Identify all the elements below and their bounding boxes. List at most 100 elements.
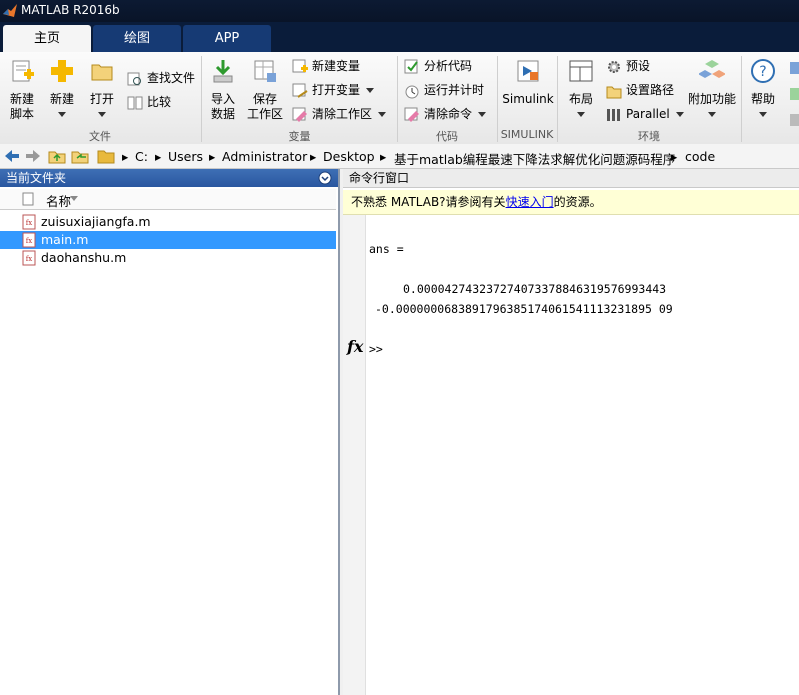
output-value: -0.0000000683891796385174061541113231895…: [375, 302, 673, 316]
window-title: MATLAB R2016b: [21, 3, 120, 17]
breadcrumb-separator-icon: ▸: [310, 149, 317, 164]
output-value: 0.000042743237274073378846319576993443: [403, 282, 667, 296]
simulink-label: Simulink: [502, 92, 554, 106]
help-arrow-icon[interactable]: [759, 112, 767, 117]
list-item[interactable]: fx main.m: [0, 231, 336, 249]
breadcrumb-item[interactable]: C:: [135, 149, 148, 164]
compare-label: 比较: [147, 95, 172, 109]
simulink-button[interactable]: Simulink: [502, 58, 554, 107]
clear-commands-button[interactable]: 清除命令: [404, 104, 487, 124]
addons-arrow-icon[interactable]: [708, 112, 716, 117]
matlab-logo-icon: [3, 4, 17, 17]
breadcrumb-item[interactable]: Users: [168, 149, 203, 164]
layout-button[interactable]: 布局: [564, 58, 598, 122]
new-button[interactable]: 新建: [44, 58, 80, 122]
run-and-time-button[interactable]: 运行并计时: [404, 80, 484, 100]
address-bar: ▸ C: ▸ Users ▸ Administrator ▸ Desktop ▸…: [0, 144, 799, 169]
command-window-title: 命令行窗口: [349, 171, 410, 185]
notice-suffix: 的资源。: [553, 195, 602, 209]
svg-text:fx: fx: [26, 255, 33, 263]
getting-started-link[interactable]: 快速入门: [506, 195, 554, 209]
addons-icon: [698, 60, 726, 78]
column-header[interactable]: 名称: [0, 189, 336, 210]
command-prompt[interactable]: >>: [369, 342, 383, 356]
clear-workspace-arrow-icon[interactable]: [378, 112, 387, 117]
tab-apps[interactable]: APP: [183, 25, 271, 52]
analyze-code-label: 分析代码: [424, 59, 473, 73]
notice-prefix: 不熟悉 MATLAB?请参阅有关: [351, 195, 506, 209]
layout-arrow-icon[interactable]: [577, 112, 585, 117]
save-workspace-button[interactable]: 保存 工作区: [246, 58, 284, 122]
analyze-code-icon: [404, 59, 418, 73]
import-data-label: 导入 数据: [210, 92, 235, 121]
find-files-button[interactable]: 查找文件: [127, 68, 195, 88]
simulink-group-label: SIMULINK: [500, 128, 554, 141]
browse-folder-icon[interactable]: [71, 148, 89, 164]
up-folder-icon[interactable]: [48, 148, 66, 164]
file-group-label: 文件: [89, 130, 111, 143]
open-variable-button[interactable]: 打开变量: [292, 80, 375, 100]
breadcrumb-separator-icon: ▸: [209, 149, 216, 164]
list-item[interactable]: fx daohanshu.m: [0, 249, 336, 267]
forward-arrow-icon[interactable]: [25, 149, 41, 163]
parallel-arrow-icon[interactable]: [675, 112, 684, 117]
new-dropdown-arrow-icon[interactable]: [58, 112, 66, 117]
import-data-icon: [213, 60, 233, 83]
new-variable-icon: [292, 59, 308, 72]
new-script-label: 新建 脚本: [9, 92, 34, 121]
tab-home[interactable]: 主页: [3, 25, 91, 52]
breadcrumb-item[interactable]: code: [685, 149, 715, 164]
list-item[interactable]: fx zuisuxiajiangfa.m: [0, 213, 336, 231]
open-variable-arrow-icon[interactable]: [366, 88, 375, 93]
compare-icon: [127, 96, 143, 109]
open-label: 打开: [89, 92, 114, 106]
set-path-button[interactable]: 设置路径: [606, 80, 674, 100]
open-dropdown-arrow-icon[interactable]: [98, 112, 106, 117]
breadcrumb-item[interactable]: Desktop: [323, 149, 375, 164]
command-window-header: 命令行窗口: [343, 169, 799, 188]
code-group-label: 代码: [436, 130, 458, 143]
analyze-code-button[interactable]: 分析代码: [404, 56, 472, 76]
preferences-button[interactable]: 预设: [606, 56, 650, 76]
new-variable-button[interactable]: 新建变量: [292, 56, 360, 76]
file-name: zuisuxiajiangfa.m: [41, 214, 151, 229]
panel-menu-icon[interactable]: [318, 171, 332, 185]
folder-open-icon: [91, 64, 113, 81]
current-folder-title: 当前文件夹: [6, 171, 67, 185]
file-type-icon: [22, 192, 34, 206]
m-file-icon: fx: [22, 232, 36, 248]
notice-text: 不熟悉 MATLAB?请参阅有关快速入门的资源。: [351, 190, 602, 214]
clear-commands-arrow-icon[interactable]: [478, 112, 487, 117]
save-workspace-label: 保存 工作区: [246, 92, 283, 121]
help-icon: ?: [751, 59, 775, 83]
clear-commands-label: 清除命令: [424, 107, 473, 121]
new-label: 新建: [49, 92, 74, 106]
community-icon[interactable]: [789, 62, 799, 132]
new-script-button[interactable]: 新建 脚本: [4, 58, 40, 122]
set-path-icon: [606, 86, 622, 98]
folder-icon: [97, 150, 115, 164]
preferences-label: 预设: [626, 59, 651, 73]
addons-button[interactable]: 附加功能: [688, 58, 736, 122]
clear-workspace-icon: [292, 107, 307, 122]
open-button[interactable]: 打开: [84, 58, 120, 122]
tab-plots[interactable]: 绘图: [93, 25, 181, 52]
addons-label: 附加功能: [688, 92, 737, 106]
breadcrumb-item[interactable]: Administrator: [222, 149, 307, 164]
ribbon-tabbar: 主页 绘图 APP: [0, 22, 799, 52]
breadcrumb-item[interactable]: 基于matlab编程最速下降法求解优化问题源码程序: [394, 149, 675, 168]
clear-workspace-button[interactable]: 清除工作区: [292, 104, 387, 124]
function-browser-icon[interactable]: fx: [347, 337, 363, 356]
compare-button[interactable]: 比较: [127, 92, 171, 112]
plus-icon: [51, 60, 73, 82]
back-arrow-icon[interactable]: [4, 149, 20, 163]
gear-icon: [608, 60, 620, 73]
getting-started-notice: 不熟悉 MATLAB?请参阅有关快速入门的资源。: [343, 190, 799, 215]
set-path-label: 设置路径: [626, 83, 675, 97]
help-button[interactable]: ? 帮助: [748, 58, 778, 122]
parallel-button[interactable]: Parallel: [606, 104, 684, 124]
ribbon-toolstrip: 新建 脚本 新建 打开 查找文件 比较 文件 导入 数据 保存 工作区 新建变量…: [0, 52, 799, 145]
command-window-panel: 命令行窗口 不熟悉 MATLAB?请参阅有关快速入门的资源。 ans = 0.0…: [343, 169, 799, 695]
current-folder-panel: 当前文件夹 名称 fx zuisuxiajiangfa.m fx main.m …: [0, 169, 340, 695]
import-data-button[interactable]: 导入 数据: [205, 58, 241, 122]
